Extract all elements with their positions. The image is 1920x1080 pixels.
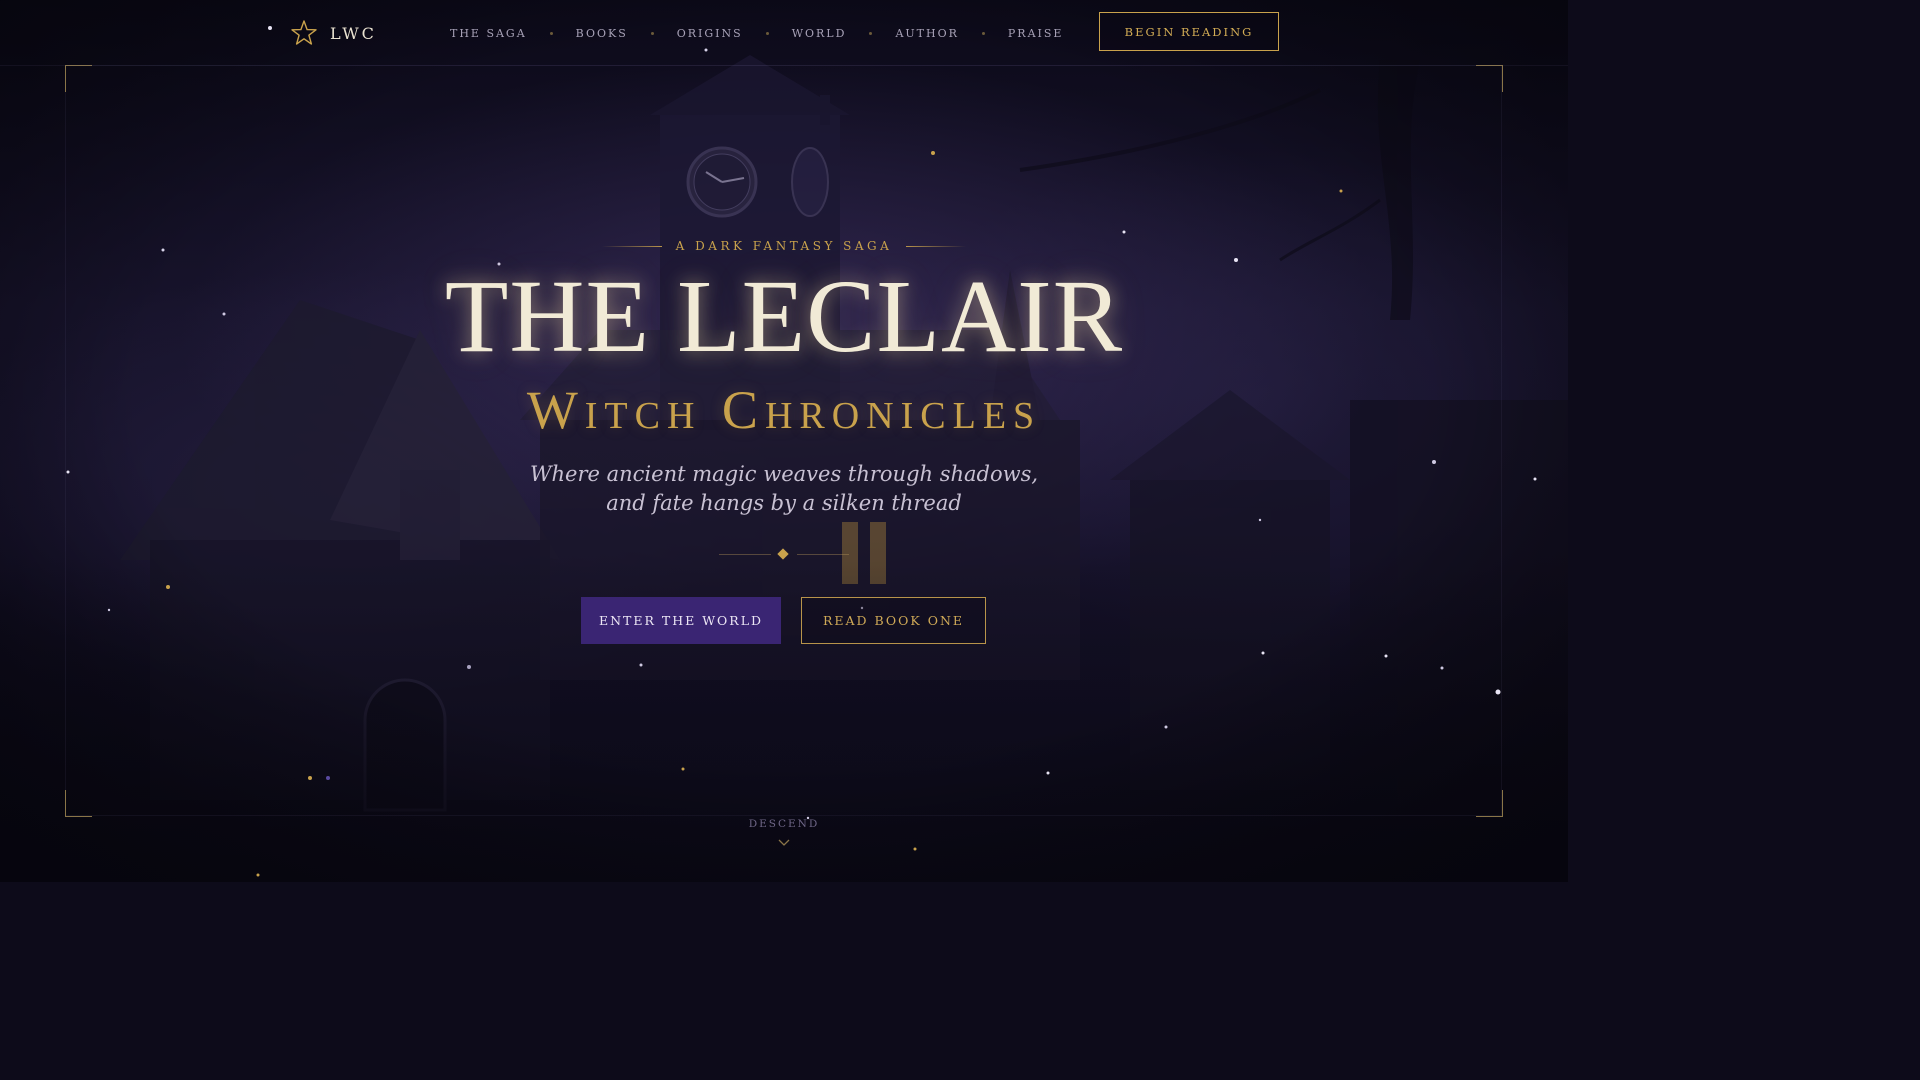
eyebrow: A DARK FANTASY SAGA [0, 236, 1568, 256]
nav-link-origins[interactable]: ORIGINS [677, 27, 743, 40]
star-outline-icon [291, 20, 317, 45]
nav-separator-dot [549, 31, 553, 35]
logo-text: LWC [330, 23, 377, 43]
frame-corner-top-left [65, 65, 92, 92]
tagline-line-2: and fate hangs by a silken thread [606, 491, 962, 515]
nav-link-the-saga[interactable]: THE SAGA [450, 27, 527, 40]
landing-page: LWC THE SAGA BOOKS ORIGINS WORLD AUTHOR … [0, 0, 1568, 882]
diamond-icon [777, 548, 789, 560]
nav-separator-dot [765, 31, 769, 35]
nav-links: THE SAGA BOOKS ORIGINS WORLD AUTHOR PRAI… [450, 24, 1063, 42]
nav-link-praise[interactable]: PRAISE [1008, 27, 1064, 40]
hero-tagline: Where ancient magic weaves through shado… [0, 460, 1568, 518]
nav-separator-dot [981, 31, 985, 35]
begin-reading-button[interactable]: BEGIN READING [1099, 12, 1279, 51]
enter-the-world-button[interactable]: ENTER THE WORLD [581, 597, 781, 644]
hero-frame [65, 65, 1502, 816]
descend-label[interactable]: DESCEND [0, 818, 1568, 830]
divider-line-right [797, 554, 849, 555]
tagline-line-1: Where ancient magic weaves through shado… [529, 462, 1039, 486]
nav-separator-dot [869, 31, 873, 35]
hero-title: THE LECLAIR [444, 259, 1124, 374]
eyebrow-text: A DARK FANTASY SAGA [675, 239, 893, 253]
nav-separator-dot [650, 31, 654, 35]
logo[interactable]: LWC [290, 18, 377, 48]
frame-corner-bottom-right [1476, 790, 1503, 817]
eyebrow-line-left [601, 245, 662, 247]
eyebrow-line-right [906, 245, 967, 247]
top-navigation: LWC THE SAGA BOOKS ORIGINS WORLD AUTHOR … [0, 0, 1568, 66]
hero-subtitle: Witch Chronicles [526, 380, 1042, 440]
ornament-divider [719, 548, 849, 560]
frame-corner-bottom-left [65, 790, 92, 817]
nav-link-author[interactable]: AUTHOR [895, 27, 958, 40]
nav-link-books[interactable]: BOOKS [576, 27, 628, 40]
chevron-down-icon[interactable] [777, 838, 791, 848]
frame-corner-top-right [1476, 65, 1503, 92]
divider-line-left [719, 554, 771, 555]
nav-link-world[interactable]: WORLD [792, 27, 847, 40]
read-book-one-button[interactable]: READ BOOK ONE [801, 597, 986, 644]
